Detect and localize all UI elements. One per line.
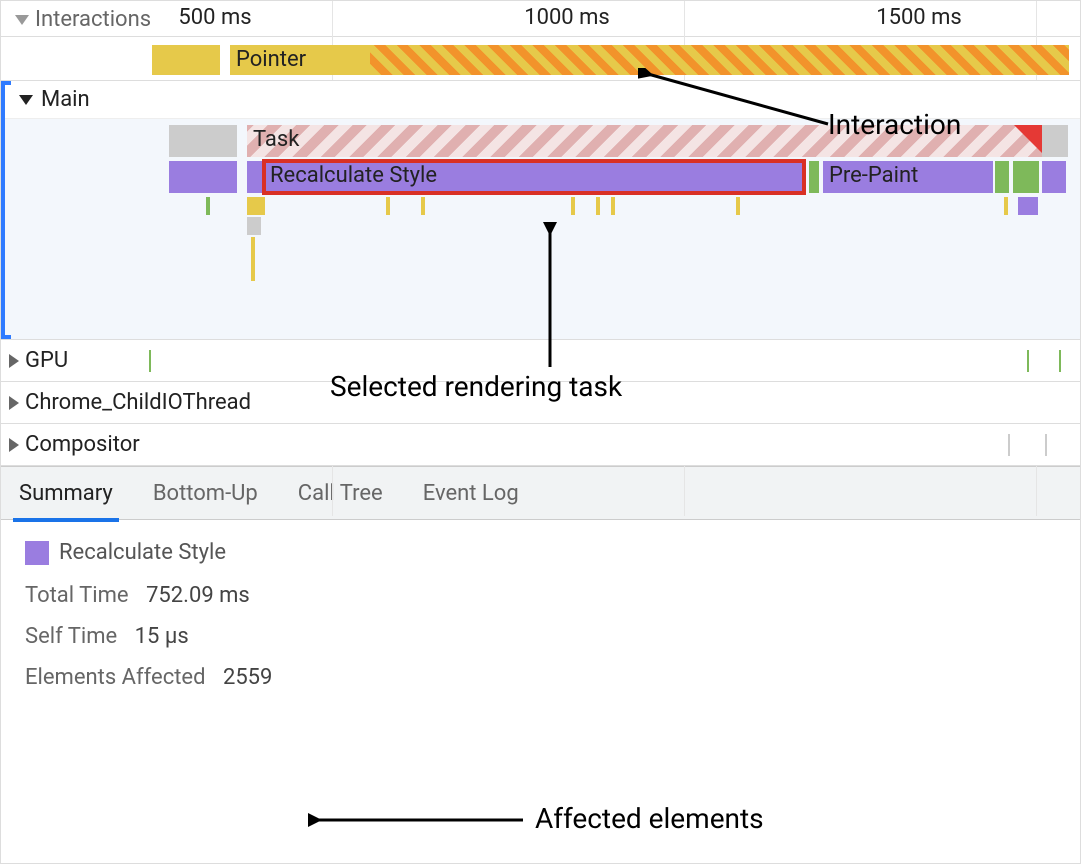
flame-purple-sliver[interactable] xyxy=(247,161,263,193)
compositor-mark xyxy=(1008,434,1010,456)
pointer-block[interactable]: Pointer xyxy=(230,45,370,75)
flame-thin-y-tall[interactable] xyxy=(251,237,255,281)
time-ruler: Interactions 500 ms 1000 ms 1500 ms xyxy=(1,1,1080,37)
elements-label: Elements Affected xyxy=(25,665,205,690)
summary-total-time: Total Time 752.09 ms xyxy=(25,583,1056,608)
flame-green-3[interactable] xyxy=(1013,161,1039,193)
flame-thin-y[interactable] xyxy=(571,197,575,215)
gpu-mark xyxy=(1027,350,1029,372)
compositor-mark xyxy=(1045,434,1047,456)
interactions-track-header[interactable]: Interactions xyxy=(9,5,157,34)
flame-thin-y[interactable] xyxy=(1004,197,1008,215)
ruler-tick-1000: 1000 ms xyxy=(524,5,610,30)
tab-summary[interactable]: Summary xyxy=(19,481,113,506)
childio-label: Chrome_ChildIOThread xyxy=(25,390,251,415)
collapse-icon xyxy=(15,15,29,25)
flame-thin-y[interactable] xyxy=(596,197,600,215)
main-track-header[interactable]: Main xyxy=(1,81,1080,119)
flame-purple-tail[interactable] xyxy=(1042,161,1066,193)
gpu-mark xyxy=(1059,350,1061,372)
recalc-label: Recalculate Style xyxy=(270,163,437,188)
interaction-overflow[interactable] xyxy=(370,45,1069,75)
summary-title: Recalculate Style xyxy=(59,540,226,565)
gpu-mark xyxy=(149,350,151,372)
selection-bracket xyxy=(1,81,11,339)
task-label: Task xyxy=(253,127,299,152)
elements-value: 2559 xyxy=(223,665,272,690)
flame-thin-y[interactable] xyxy=(386,197,390,215)
flame-thin-y[interactable] xyxy=(736,197,740,215)
ruler-tick-500: 500 ms xyxy=(178,5,251,30)
collapse-icon xyxy=(19,95,33,105)
flame-task-gray[interactable] xyxy=(169,125,237,157)
flame-recalculate-style[interactable]: Recalculate Style xyxy=(264,161,804,193)
expand-icon xyxy=(9,396,19,410)
gpu-track[interactable]: GPU xyxy=(1,340,1080,382)
interaction-block[interactable] xyxy=(152,45,220,75)
flame-prepaint[interactable]: Pre-Paint xyxy=(823,161,993,193)
total-time-label: Total Time xyxy=(25,583,129,608)
main-label: Main xyxy=(41,87,90,112)
flame-thin-yellow-1[interactable] xyxy=(247,197,265,215)
flame-thin-y[interactable] xyxy=(421,197,425,215)
self-time-label: Self Time xyxy=(25,624,117,649)
flame-thin-purple[interactable] xyxy=(1018,197,1038,215)
prepaint-label: Pre-Paint xyxy=(829,163,918,188)
details-tabs: Summary Bottom-Up Call Tree Event Log xyxy=(1,466,1080,520)
color-swatch xyxy=(25,541,49,565)
long-task-warning-icon xyxy=(1014,125,1042,153)
flame-gray-tail[interactable] xyxy=(1042,125,1068,157)
summary-elements: Elements Affected 2559 xyxy=(25,665,1056,690)
interactions-label: Interactions xyxy=(35,7,151,32)
total-time-value: 752.09 ms xyxy=(146,583,250,608)
flame-thin-gray[interactable] xyxy=(247,217,261,235)
flame-green-1[interactable] xyxy=(809,161,819,193)
flame-thin-green[interactable] xyxy=(206,197,210,215)
flame-thin-y[interactable] xyxy=(611,197,615,215)
compositor-track[interactable]: Compositor xyxy=(1,424,1080,466)
interactions-track[interactable]: Pointer xyxy=(1,37,1080,81)
flame-task-long[interactable]: Task xyxy=(247,125,1042,157)
pointer-label: Pointer xyxy=(236,47,306,72)
arrow-icon xyxy=(308,806,528,836)
annotation-affected: Affected elements xyxy=(535,802,764,835)
tab-bottomup[interactable]: Bottom-Up xyxy=(153,481,258,506)
ruler-tick-1500: 1500 ms xyxy=(876,5,962,30)
main-track[interactable]: Main Task Recalculate Style Pre-Paint xyxy=(1,81,1080,340)
flame-purple-small[interactable] xyxy=(169,161,237,193)
childio-track[interactable]: Chrome_ChildIOThread xyxy=(1,382,1080,424)
self-time-value: 15 µs xyxy=(135,624,189,649)
tab-eventlog[interactable]: Event Log xyxy=(423,481,519,506)
tab-calltree[interactable]: Call Tree xyxy=(298,481,383,506)
flame-green-2[interactable] xyxy=(995,161,1009,193)
summary-self-time: Self Time 15 µs xyxy=(25,624,1056,649)
summary-panel: Recalculate Style Total Time 752.09 ms S… xyxy=(1,520,1080,726)
